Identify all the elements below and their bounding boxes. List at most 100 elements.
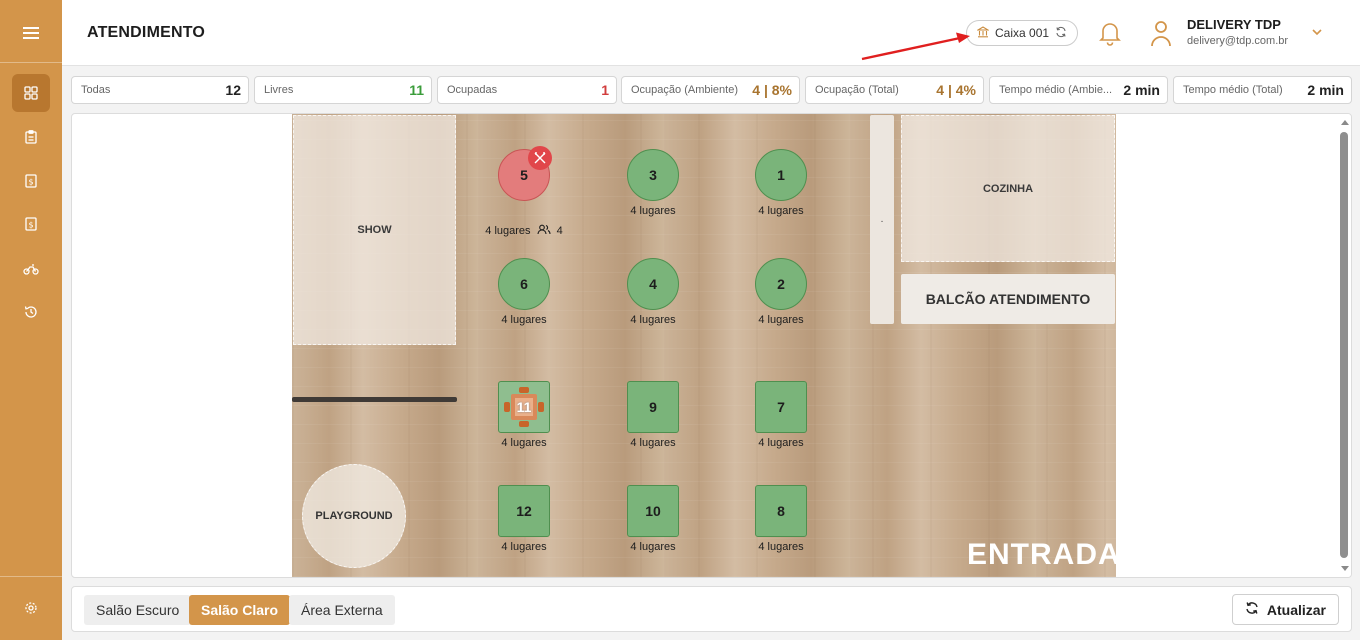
stat-label: Tempo médio (Ambie...: [999, 84, 1113, 96]
table-number: 10: [645, 503, 661, 519]
history-icon[interactable]: [12, 293, 50, 331]
zone-balcao: BALCÃO ATENDIMENTO: [901, 274, 1115, 324]
guest-count: 4: [556, 225, 563, 237]
caixa-button[interactable]: Caixa 001: [966, 20, 1079, 46]
stat-value: 2 min: [1123, 82, 1160, 98]
user-email: delivery@tdp.com.br: [1187, 35, 1289, 47]
annotation-arrow: [861, 32, 970, 61]
table-seats: 4 lugares: [630, 314, 676, 326]
stat-value: 4 | 8%: [752, 82, 792, 98]
zone-playground: PLAYGROUND: [302, 464, 406, 568]
table-12[interactable]: 12: [498, 485, 550, 537]
svg-text:$: $: [28, 178, 33, 187]
table-number: 4: [649, 276, 657, 292]
table-1[interactable]: 1: [755, 149, 807, 201]
table-seats: 4 lugares: [630, 541, 676, 553]
tab-salao-escuro[interactable]: Salão Escuro: [84, 595, 192, 625]
table-number: 2: [777, 276, 785, 292]
refresh-button[interactable]: Atualizar: [1231, 594, 1339, 625]
people-icon: [537, 224, 551, 238]
stat-value: 1: [601, 82, 609, 98]
tab-area-externa[interactable]: Área Externa: [289, 595, 395, 625]
stat-livres[interactable]: Livres 11: [254, 76, 432, 104]
bottom-bar: Salão Escuro Salão Claro Área Externa At…: [71, 586, 1352, 632]
receipt-icon[interactable]: $: [12, 205, 50, 243]
stat-label: Livres: [264, 84, 294, 96]
table-seats-label: 4 lugares: [485, 225, 531, 237]
table-seats: 4 lugares: [630, 205, 676, 217]
sidebar: $ $: [0, 0, 62, 640]
table-seats: 4 lugares: [501, 314, 547, 326]
stat-value: 11: [409, 82, 424, 98]
stat-value: 2 min: [1307, 82, 1344, 98]
clipboard-icon[interactable]: [12, 118, 50, 156]
table-number: 9: [649, 399, 657, 415]
stat-label: Ocupadas: [447, 84, 498, 96]
table-7[interactable]: 7: [755, 381, 807, 433]
stat-label: Tempo médio (Total): [1183, 84, 1283, 96]
table-seats: 4 lugares: [758, 541, 804, 553]
gear-icon[interactable]: [12, 589, 50, 627]
caixa-label: Caixa 001: [995, 26, 1050, 40]
table-number: 6: [520, 276, 528, 292]
utensils-crossed-icon: [528, 146, 552, 170]
table-seats: 4 lugares: [758, 437, 804, 449]
menu-icon[interactable]: [12, 14, 50, 52]
sidebar-divider: [0, 62, 62, 63]
table-number: 8: [777, 503, 785, 519]
cash-register-icon[interactable]: $: [12, 162, 50, 200]
chevron-down-icon[interactable]: [1310, 25, 1324, 39]
stat-value: 12: [225, 82, 241, 98]
stat-tempo-ambiente[interactable]: Tempo médio (Ambie... 2 min: [989, 76, 1168, 104]
stat-todas[interactable]: Todas 12: [71, 76, 249, 104]
pillar: .: [870, 115, 894, 324]
table-9[interactable]: 9: [627, 381, 679, 433]
table-seats: 4 lugares: [758, 314, 804, 326]
user-name: DELIVERY TDP: [1187, 17, 1281, 32]
stat-ocupacao-total[interactable]: Ocupação (Total) 4 | 4%: [805, 76, 984, 104]
stat-label: Ocupação (Ambiente): [631, 84, 738, 96]
table-number: 1: [777, 167, 785, 183]
table-seats: 4 lugares: [501, 437, 547, 449]
table-number: 5: [520, 167, 528, 183]
scrollbar[interactable]: [1337, 114, 1351, 577]
table-6[interactable]: 6: [498, 258, 550, 310]
page-title: ATENDIMENTO: [87, 24, 206, 41]
table-seats: 4 lugares: [630, 437, 676, 449]
table-number: 3: [649, 167, 657, 183]
table-4[interactable]: 4: [627, 258, 679, 310]
table-8[interactable]: 8: [755, 485, 807, 537]
header: ATENDIMENTO Caixa 001 DELIVERY TDP deliv…: [62, 0, 1360, 66]
svg-text:$: $: [28, 221, 33, 230]
stat-ocupadas[interactable]: Ocupadas 1: [437, 76, 617, 104]
scroll-down-arrow[interactable]: [1341, 566, 1349, 571]
table-seats: 4 lugares: [758, 205, 804, 217]
user-icon[interactable]: [1149, 18, 1173, 48]
zone-cozinha: COZINHA: [901, 115, 1115, 262]
sync-icon[interactable]: [1055, 26, 1067, 41]
table-11[interactable]: 11: [498, 381, 550, 433]
refresh-icon: [1245, 601, 1259, 618]
table-seats: 4 lugares: [501, 541, 547, 553]
table-seats: 4 lugares 4: [459, 224, 589, 238]
sidebar-divider: [0, 576, 62, 577]
table-number: 7: [777, 399, 785, 415]
bell-icon[interactable]: [1098, 20, 1122, 46]
scroll-up-arrow[interactable]: [1341, 120, 1349, 125]
table-2[interactable]: 2: [755, 258, 807, 310]
entrada-label: ENTRADA: [967, 538, 1121, 571]
floor-panel: SHOW COZINHA . BALCÃO ATENDIMENTO PLAYGR…: [71, 113, 1352, 578]
stat-label: Ocupação (Total): [815, 84, 899, 96]
tab-salao-claro[interactable]: Salão Claro: [189, 595, 291, 625]
stat-ocupacao-ambiente[interactable]: Ocupação (Ambiente) 4 | 8%: [621, 76, 800, 104]
table-3[interactable]: 3: [627, 149, 679, 201]
table-10[interactable]: 10: [627, 485, 679, 537]
grid-icon[interactable]: [12, 74, 50, 112]
stat-label: Todas: [81, 84, 111, 96]
stat-value: 4 | 4%: [936, 82, 976, 98]
bank-icon: [976, 25, 990, 41]
refresh-label: Atualizar: [1266, 601, 1326, 618]
scroll-thumb[interactable]: [1340, 132, 1348, 558]
motorcycle-icon[interactable]: [12, 250, 50, 288]
stat-tempo-total[interactable]: Tempo médio (Total) 2 min: [1173, 76, 1352, 104]
